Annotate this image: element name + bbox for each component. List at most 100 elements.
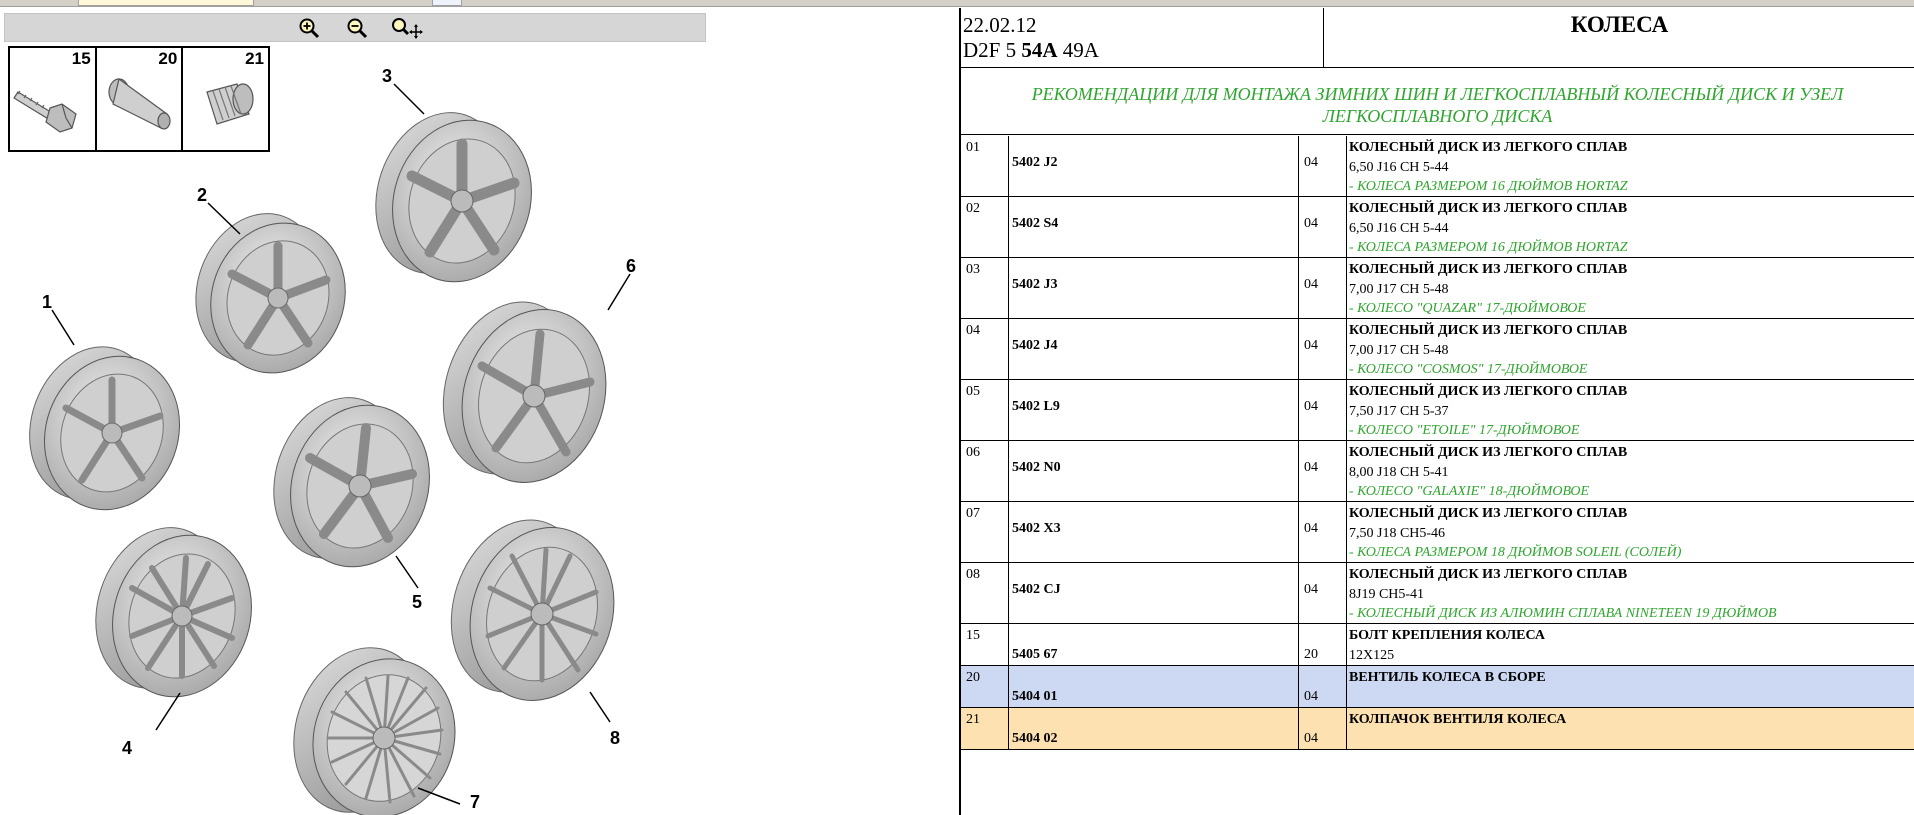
row-quantity: 04 [1299, 319, 1347, 379]
wheel-6 [442, 301, 607, 483]
row-quantity: 04 [1299, 441, 1347, 501]
row-position: 04 [961, 319, 1009, 379]
catalog-header: 22.02.12 D2F 5 54A 49A КОЛЕСА [961, 8, 1914, 68]
catalog-reference: 22.02.12 D2F 5 54A 49A [961, 8, 1324, 68]
callout-1: 1 [42, 292, 52, 312]
row-reference: 5402 N0 [1009, 441, 1299, 501]
catalog-date: 22.02.12 [963, 13, 1037, 37]
callout-3: 3 [382, 66, 392, 86]
table-row[interactable]: 03 5402 J3 04 КОЛЕСНЫЙ ДИСК ИЗ ЛЕГКОГО СПЛА… [961, 258, 1914, 319]
wheel-4 [95, 527, 252, 698]
part-note: - КОЛЕСА РАЗМЕРОМ 16 ДЮЙМОВ HORTAZ [1349, 240, 1628, 255]
callout-4: 4 [122, 738, 132, 758]
callout-5: 5 [412, 592, 422, 612]
table-row[interactable]: 05 5402 L9 04 КОЛЕСНЫЙ ДИСК ИЗ ЛЕГКОГО СПЛА… [961, 380, 1914, 441]
row-reference: 5402 L9 [1009, 380, 1299, 440]
wheel-1 [29, 346, 181, 511]
parts-list-pane: 22.02.12 D2F 5 54A 49A КОЛЕСА РЕКОМЕНДАЦ… [961, 8, 1914, 815]
part-name: КОЛЕСНЫЙ ДИСК ИЗ ЛЕГКОГО СПЛАВ [1349, 140, 1628, 155]
part-name: КОЛЕСНЫЙ ДИСК ИЗ ЛЕГКОГО СПЛАВ [1349, 262, 1628, 277]
part-name: ВЕНТИЛЬ КОЛЕСА В СБОРЕ [1349, 670, 1546, 685]
part-spec: 7,00 J17 CH 5-48 [1349, 342, 1449, 358]
part-note: - КОЛЕСА РАЗМЕРОМ 16 ДЮЙМОВ HORTAZ [1349, 179, 1628, 194]
row-reference: 5405 67 [1009, 624, 1299, 665]
row-position: 01 [961, 136, 1009, 196]
wheels-diagram: 1 2 3 4 5 6 7 8 [29, 66, 636, 815]
row-quantity: 20 [1299, 624, 1347, 665]
part-spec: 7,50 J17 CH 5-37 [1349, 403, 1449, 419]
parts-table: 01 5402 J2 04 КОЛЕСНЫЙ ДИСК ИЗ ЛЕГКОГО СПЛА… [961, 136, 1914, 750]
illustration-pane: 15 20 21 1 2 3 4 5 6 7 8 [0, 8, 958, 815]
wheel-3 [375, 112, 532, 283]
row-description: КОЛЕСНЫЙ ДИСК ИЗ ЛЕГКОГО СПЛАВ 7,50 J17 C… [1347, 380, 1914, 440]
part-spec: 7,00 J17 CH 5-48 [1349, 281, 1449, 297]
row-description: КОЛЕСНЫЙ ДИСК ИЗ ЛЕГКОГО СПЛАВ 8J19 CH5-4… [1347, 563, 1914, 623]
table-row[interactable]: 04 5402 J4 04 КОЛЕСНЫЙ ДИСК ИЗ ЛЕГКОГО СПЛА… [961, 319, 1914, 380]
table-row[interactable]: 07 5402 X3 04 КОЛЕСНЫЙ ДИСК ИЗ ЛЕГКОГО СПЛА… [961, 502, 1914, 563]
browser-tab[interactable] [78, 0, 254, 6]
part-name: КОЛЕСНЫЙ ДИСК ИЗ ЛЕГКОГО СПЛАВ [1349, 201, 1628, 216]
row-position: 08 [961, 563, 1009, 623]
row-description: КОЛПАЧОК ВЕНТИЛЯ КОЛЕСА [1347, 708, 1914, 749]
table-row[interactable]: 02 5402 S4 04 КОЛЕСНЫЙ ДИСК ИЗ ЛЕГКОГО СПЛА… [961, 197, 1914, 258]
row-reference: 5402 S4 [1009, 197, 1299, 257]
table-row[interactable]: 08 5402 CJ 04 КОЛЕСНЫЙ ДИСК ИЗ ЛЕГКОГО СПЛА… [961, 563, 1914, 624]
table-row[interactable]: 20 5404 01 04 ВЕНТИЛЬ КОЛЕСА В СБОРЕ [961, 666, 1914, 708]
table-row[interactable]: 15 5405 67 20 БОЛТ КРЕПЛЕНИЯ КОЛЕСА 12X125 [961, 624, 1914, 666]
row-description: БОЛТ КРЕПЛЕНИЯ КОЛЕСА 12X125 [1347, 624, 1914, 665]
row-description: КОЛЕСНЫЙ ДИСК ИЗ ЛЕГКОГО СПЛАВ 8,00 J18 C… [1347, 441, 1914, 501]
part-note: - КОЛЕСА РАЗМЕРОМ 18 ДЮЙМОВ SOLEIL (СОЛЕ… [1349, 545, 1682, 560]
row-quantity: 04 [1299, 502, 1347, 562]
row-position: 02 [961, 197, 1009, 257]
row-description: КОЛЕСНЫЙ ДИСК ИЗ ЛЕГКОГО СПЛАВ 6,50 J16 C… [1347, 197, 1914, 257]
catalog-code: D2F 5 54A 49A [963, 38, 1099, 62]
row-description: ВЕНТИЛЬ КОЛЕСА В СБОРЕ [1347, 666, 1914, 707]
row-position: 20 [961, 666, 1009, 707]
part-name: КОЛЕСНЫЙ ДИСК ИЗ ЛЕГКОГО СПЛАВ [1349, 506, 1628, 521]
table-row[interactable]: 01 5402 J2 04 КОЛЕСНЫЙ ДИСК ИЗ ЛЕГКОГО СПЛА… [961, 136, 1914, 197]
row-quantity: 04 [1299, 258, 1347, 318]
row-reference: 5402 J2 [1009, 136, 1299, 196]
part-name: БОЛТ КРЕПЛЕНИЯ КОЛЕСА [1349, 628, 1545, 643]
callout-2: 2 [197, 185, 207, 205]
part-name: КОЛЕСНЫЙ ДИСК ИЗ ЛЕГКОГО СПЛАВ [1349, 384, 1628, 399]
row-description: КОЛЕСНЫЙ ДИСК ИЗ ЛЕГКОГО СПЛАВ 6,50 J16 C… [1347, 136, 1914, 196]
row-reference: 5404 02 [1009, 708, 1299, 749]
part-spec: 6,50 J16 CH 5-44 [1349, 220, 1449, 236]
part-name: КОЛЕСНЫЙ ДИСК ИЗ ЛЕГКОГО СПЛАВ [1349, 323, 1628, 338]
wheel-5 [273, 397, 430, 568]
row-reference: 5402 J4 [1009, 319, 1299, 379]
part-note: - КОЛЕСНЫЙ ДИСК ИЗ АЛЮМИН СПЛАВА NINETEE… [1349, 606, 1777, 621]
row-position: 07 [961, 502, 1009, 562]
row-position: 21 [961, 708, 1009, 749]
row-quantity: 04 [1299, 197, 1347, 257]
callout-7: 7 [470, 792, 480, 812]
browser-tab-2[interactable] [432, 0, 462, 6]
row-quantity: 04 [1299, 136, 1347, 196]
part-name: КОЛЕСНЫЙ ДИСК ИЗ ЛЕГКОГО СПЛАВ [1349, 445, 1628, 460]
table-row[interactable]: 06 5402 N0 04 КОЛЕСНЫЙ ДИСК ИЗ ЛЕГКОГО СПЛА… [961, 441, 1914, 502]
part-spec: 8,00 J18 CH 5-41 [1349, 464, 1449, 480]
row-description: КОЛЕСНЫЙ ДИСК ИЗ ЛЕГКОГО СПЛАВ 7,50 J18 C… [1347, 502, 1914, 562]
row-reference: 5404 01 [1009, 666, 1299, 707]
part-note: - КОЛЕСО "COSMOS" 17-ДЮЙМОВОЕ [1349, 362, 1588, 377]
wheel-7 [293, 647, 456, 815]
row-quantity: 04 [1299, 380, 1347, 440]
callout-8: 8 [610, 728, 620, 748]
callout-6: 6 [626, 256, 636, 276]
table-row[interactable]: 21 5404 02 04 КОЛПАЧОК ВЕНТИЛЯ КОЛЕСА [961, 708, 1914, 750]
part-note: - КОЛЕСО "GALAXIE" 18-ДЮЙМОВОЕ [1349, 484, 1590, 499]
part-spec: 12X125 [1349, 647, 1395, 663]
row-quantity: 04 [1299, 708, 1347, 749]
window-top-strip [0, 0, 1914, 7]
wheel-2 [195, 213, 346, 374]
row-position: 03 [961, 258, 1009, 318]
row-reference: 5402 CJ [1009, 563, 1299, 623]
part-note: - КОЛЕСО "ETOILE" 17-ДЮЙМОВОЕ [1349, 423, 1580, 438]
part-name: КОЛЕСНЫЙ ДИСК ИЗ ЛЕГКОГО СПЛАВ [1349, 567, 1628, 582]
row-reference: 5402 J3 [1009, 258, 1299, 318]
part-spec: 6,50 J16 CH 5-44 [1349, 159, 1449, 175]
section-subtitle: РЕКОМЕНДАЦИИ ДЛЯ МОНТАЖА ЗИМНИХ ШИН И ЛЕ… [961, 69, 1914, 135]
wheel-8 [450, 519, 615, 701]
row-position: 15 [961, 624, 1009, 665]
